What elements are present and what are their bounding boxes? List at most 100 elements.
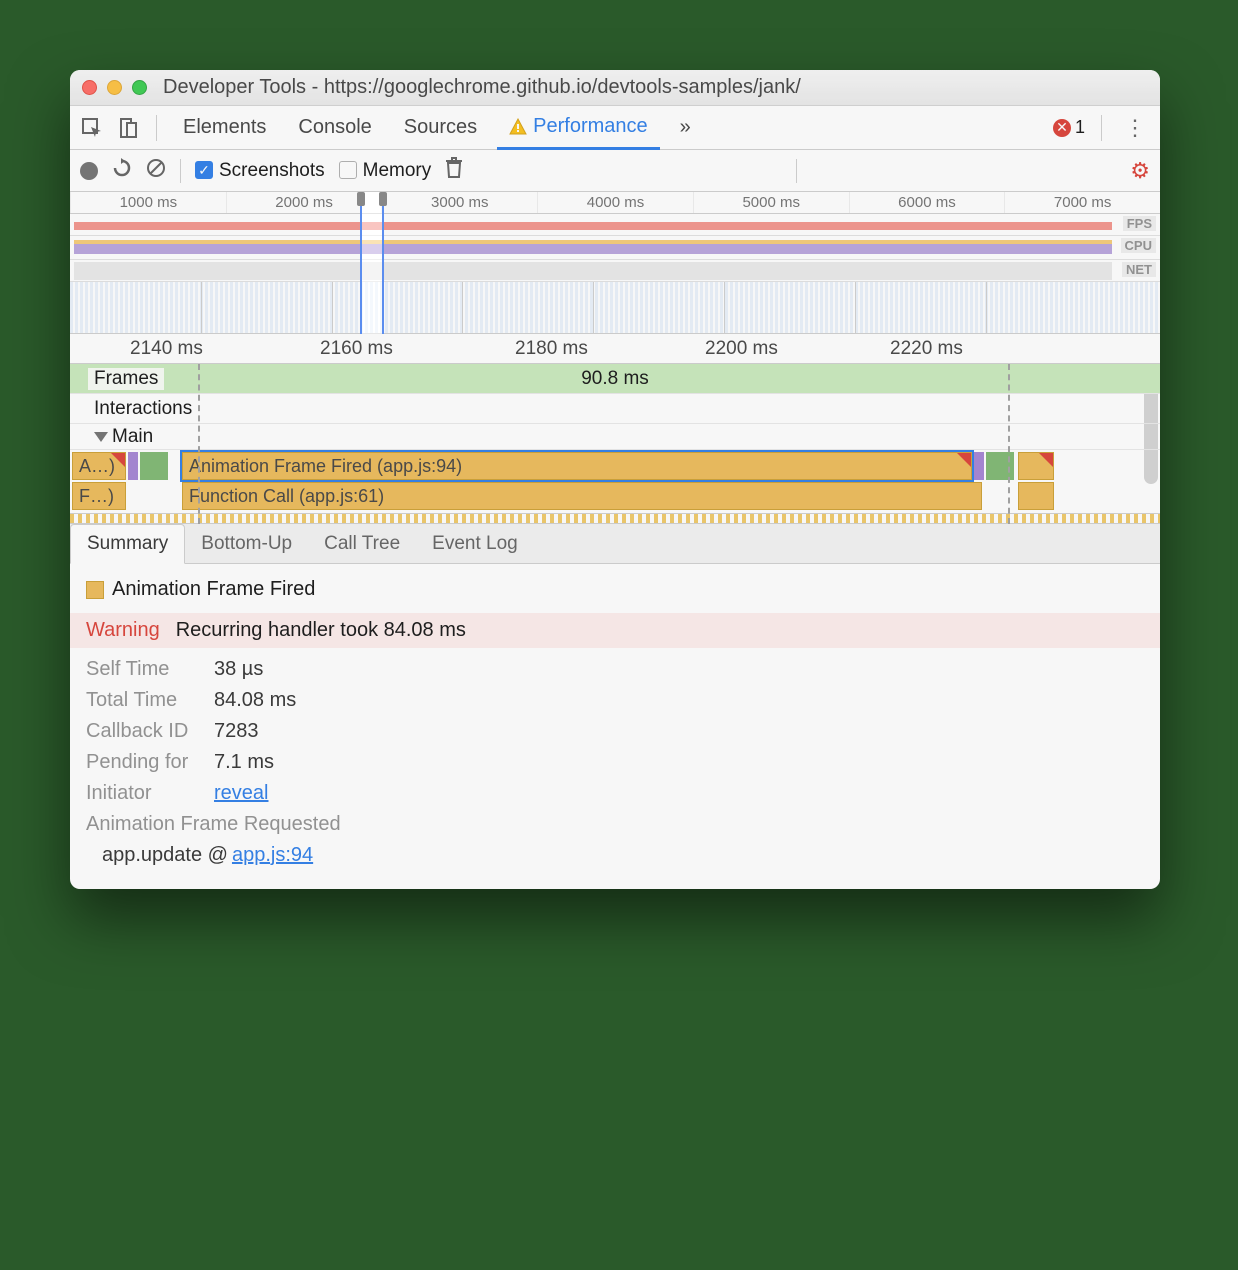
detail-ruler: 2140 ms 2160 ms 2180 ms 2200 ms 2220 ms xyxy=(70,334,1160,364)
summary-title: Animation Frame Fired xyxy=(112,578,315,601)
tab-performance[interactable]: Performance xyxy=(497,106,660,150)
error-count: 1 xyxy=(1075,117,1085,138)
flame-strip xyxy=(70,514,1160,524)
pending-for-label: Pending for xyxy=(86,751,198,774)
timeline-overview[interactable]: 1000 ms 2000 ms 3000 ms 4000 ms 5000 ms … xyxy=(70,192,1160,334)
window-title: Developer Tools - https://googlechrome.g… xyxy=(163,76,801,99)
interactions-track[interactable]: Interactions xyxy=(70,394,1160,424)
zoom-window-button[interactable] xyxy=(132,80,147,95)
inspect-element-icon[interactable] xyxy=(78,114,106,142)
window-controls xyxy=(82,80,147,95)
long-task-indicator-icon xyxy=(957,453,971,467)
minimize-window-button[interactable] xyxy=(107,80,122,95)
tab-elements[interactable]: Elements xyxy=(171,106,278,150)
total-time-label: Total Time xyxy=(86,689,198,712)
separator xyxy=(156,115,157,141)
screenshots-checkbox[interactable]: ✓Screenshots xyxy=(195,160,325,182)
self-time-label: Self Time xyxy=(86,658,198,681)
overview-tick: 5000 ms xyxy=(693,192,849,213)
summary-header: Animation Frame Fired xyxy=(86,578,1144,601)
flame-bar[interactable] xyxy=(1018,482,1054,510)
stack-trace-row: app.update @ app.js:94 xyxy=(102,844,1144,867)
flame-bar-function-call[interactable]: Function Call (app.js:61) xyxy=(182,482,982,510)
separator xyxy=(180,159,181,183)
event-color-swatch xyxy=(86,581,104,599)
frames-track[interactable]: Frames 90.8 ms xyxy=(70,364,1160,394)
detail-tick: 2200 ms xyxy=(705,338,778,360)
overview-tick: 3000 ms xyxy=(381,192,537,213)
details-tabs: Summary Bottom-Up Call Tree Event Log xyxy=(70,524,1160,564)
warning-label: Warning xyxy=(86,619,160,642)
pending-for-value: 7.1 ms xyxy=(214,751,274,774)
overview-ruler: 1000 ms 2000 ms 3000 ms 4000 ms 5000 ms … xyxy=(70,192,1160,214)
overview-tick: 7000 ms xyxy=(1004,192,1160,213)
frame-boundary xyxy=(1008,364,1010,524)
total-time-value: 84.08 ms xyxy=(214,689,296,712)
overview-cpu-row: CPU xyxy=(70,236,1160,260)
self-time-value: 38 µs xyxy=(214,658,263,681)
disclosure-triangle-icon[interactable] xyxy=(94,432,108,442)
summary-panel: Animation Frame Fired Warning Recurring … xyxy=(70,564,1160,889)
warning-icon xyxy=(509,118,527,136)
warning-row: Warning Recurring handler took 84.08 ms xyxy=(70,613,1160,648)
initiator-label: Initiator xyxy=(86,782,198,805)
long-task-indicator-icon xyxy=(111,453,125,467)
settings-menu-icon[interactable]: ⋮ xyxy=(1118,115,1152,141)
overview-tick: 2000 ms xyxy=(226,192,382,213)
flame-bar-truncated[interactable]: A…) xyxy=(72,452,126,480)
main-track-header[interactable]: Main xyxy=(70,424,1160,450)
flame-bar-truncated[interactable]: F…) xyxy=(72,482,126,510)
tab-bottom-up[interactable]: Bottom-Up xyxy=(185,525,308,563)
panel-tabs: Elements Console Sources Performance » ✕… xyxy=(70,106,1160,150)
flame-chart-area[interactable]: Frames 90.8 ms Interactions Main A…) Ani… xyxy=(70,364,1160,524)
tab-event-log[interactable]: Event Log xyxy=(416,525,534,563)
detail-tick: 2160 ms xyxy=(320,338,393,360)
flame-bar-layout[interactable] xyxy=(974,452,984,480)
track-label-interactions: Interactions xyxy=(88,398,198,420)
warning-text: Recurring handler took 84.08 ms xyxy=(176,619,466,642)
device-toolbar-icon[interactable] xyxy=(114,114,142,142)
tab-console[interactable]: Console xyxy=(286,106,383,150)
track-label-frames: Frames xyxy=(88,368,164,390)
tab-summary[interactable]: Summary xyxy=(70,524,185,564)
tab-call-tree[interactable]: Call Tree xyxy=(308,525,416,563)
record-button[interactable] xyxy=(80,162,98,180)
track-label-main: Main xyxy=(112,426,153,447)
clear-button[interactable] xyxy=(146,158,166,184)
error-icon: ✕ xyxy=(1053,119,1071,137)
overview-tick: 4000 ms xyxy=(537,192,693,213)
main-flame-chart[interactable]: A…) Animation Frame Fired (app.js:94) F…… xyxy=(70,450,1160,514)
callback-id-value: 7283 xyxy=(214,720,259,743)
detail-tick: 2220 ms xyxy=(890,338,963,360)
overview-tick: 6000 ms xyxy=(849,192,1005,213)
detail-tick: 2180 ms xyxy=(515,338,588,360)
reload-button[interactable] xyxy=(112,158,132,184)
flame-bar-layout[interactable] xyxy=(128,452,138,480)
overview-fps-row: FPS xyxy=(70,214,1160,236)
performance-toolbar: ✓Screenshots Memory ⚙ xyxy=(70,150,1160,192)
flame-bar[interactable] xyxy=(1018,452,1054,480)
garbage-collect-icon[interactable] xyxy=(445,157,463,185)
callback-id-label: Callback ID xyxy=(86,720,198,743)
flame-bar-animation-frame[interactable]: Animation Frame Fired (app.js:94) xyxy=(182,452,972,480)
long-task-indicator-icon xyxy=(1039,453,1053,467)
overview-tick: 1000 ms xyxy=(70,192,226,213)
window-titlebar: Developer Tools - https://googlechrome.g… xyxy=(70,70,1160,106)
frame-duration: 90.8 ms xyxy=(581,368,649,390)
capture-settings-icon[interactable]: ⚙ xyxy=(1130,158,1150,184)
stack-frame-source-link[interactable]: app.js:94 xyxy=(232,844,313,867)
frame-boundary xyxy=(198,364,200,524)
close-window-button[interactable] xyxy=(82,80,97,95)
memory-checkbox[interactable]: Memory xyxy=(339,160,432,182)
detail-tick: 2140 ms xyxy=(130,338,203,360)
error-indicator[interactable]: ✕ 1 xyxy=(1053,117,1085,138)
initiator-event-name: Animation Frame Requested xyxy=(86,813,1144,836)
overview-filmstrip xyxy=(70,282,1160,334)
devtools-window: Developer Tools - https://googlechrome.g… xyxy=(70,70,1160,889)
tabs-overflow[interactable]: » xyxy=(668,106,703,150)
tab-sources[interactable]: Sources xyxy=(392,106,489,150)
overview-net-row: NET xyxy=(70,260,1160,282)
initiator-reveal-link[interactable]: reveal xyxy=(214,782,268,805)
flame-bar-paint[interactable] xyxy=(140,452,168,480)
stack-frame-function: app.update @ xyxy=(102,844,228,867)
